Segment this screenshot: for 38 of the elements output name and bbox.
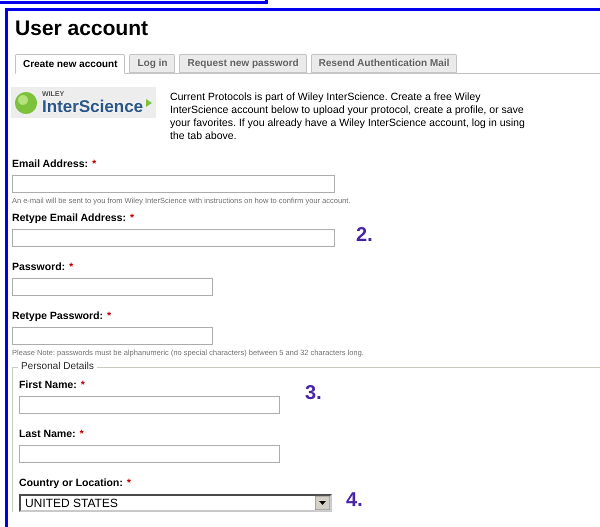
intro-text: Current Protocols is part of Wiley InterScience. Create a free Wiley (170, 91, 482, 104)
required-mark: * (80, 427, 84, 441)
required-mark: * (92, 157, 96, 171)
field-label: Password: (12, 260, 66, 274)
field-label: Email Address: (12, 157, 88, 171)
field-label: Last Name: (19, 427, 76, 441)
text-input[interactable] (19, 396, 280, 414)
text-input[interactable] (12, 229, 335, 247)
step-number: 4. (346, 490, 363, 510)
tab[interactable]: Request new password (179, 54, 307, 73)
step-number: 2. (356, 225, 373, 245)
page-title: User account (15, 16, 150, 42)
field-label: First Name: (19, 378, 77, 392)
intro-text: your favorites. If you already have a Wiley InterScience account, log in using (170, 117, 525, 130)
select-value: UNITED STATES (24, 497, 119, 509)
arrow-icon (146, 98, 152, 106)
tab[interactable]: Create new account (15, 54, 126, 74)
intro-text: InterScience account below to upload your protocol, create a profile, or save (170, 104, 525, 117)
text-input[interactable] (19, 445, 280, 463)
globe-icon (13, 90, 39, 116)
text-input[interactable] (12, 175, 335, 193)
required-mark: * (80, 378, 85, 392)
field-label: Retype Password: (12, 309, 104, 323)
dropdown-arrow-icon (315, 496, 330, 510)
required-mark: * (126, 476, 131, 490)
tab[interactable]: Log in (129, 54, 176, 73)
tab[interactable]: Resend Authentication Mail (310, 54, 458, 73)
field-label: Retype Email Address: (12, 211, 126, 225)
text-input[interactable] (12, 327, 213, 345)
required-mark: * (130, 211, 134, 225)
text-input[interactable] (12, 278, 213, 296)
logo-name: InterScience (42, 98, 144, 114)
required-mark: * (69, 260, 74, 274)
required-mark: * (107, 309, 112, 323)
country-select[interactable]: UNITED STATES (19, 494, 332, 512)
step-number: 3. (305, 383, 322, 403)
field-label: Country or Location: (19, 476, 123, 490)
intro-text: the tab above. (170, 130, 238, 143)
